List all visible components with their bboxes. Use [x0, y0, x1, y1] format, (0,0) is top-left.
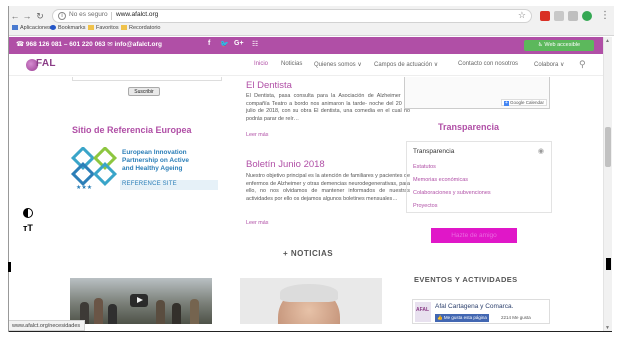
facebook-icon[interactable]: f [208, 40, 210, 47]
post-title-boletin[interactable]: Boletín Junio 2018 [246, 159, 325, 170]
star-icon [50, 25, 56, 30]
nav-noticias[interactable]: Noticias [281, 61, 302, 67]
eip-subtitle: REFERENCE SITE [122, 181, 177, 187]
bookmarks-bar: Aplicaciones Bookmarks Favoritos Recorda… [8, 25, 614, 35]
video-thumbnail[interactable] [70, 278, 212, 324]
link-estatutos[interactable]: Estatutos [413, 164, 436, 170]
play-icon[interactable] [130, 294, 148, 307]
nav-campos-actuacion[interactable]: Campos de actuación ∨ [374, 61, 438, 68]
bookmark-bookmarks[interactable]: Bookmarks [50, 25, 86, 31]
reference-site-title: Sitio de Referencia Europea [72, 125, 192, 135]
reload-icon[interactable]: ↻ [35, 11, 45, 21]
link-status-bar: www.afalct.org/necesidades [8, 320, 86, 331]
nav-colabora[interactable]: Colabora ∨ [534, 61, 564, 68]
afal-fb-avatar: AFAL [415, 302, 431, 322]
post-excerpt-boletin: Nuestro objetivo principal es la atenció… [246, 173, 410, 202]
post-read-more-dentista[interactable]: Leer más [246, 132, 268, 138]
web-accessible-button[interactable]: ♿ Web accesible [524, 40, 594, 51]
frame-marker-left [8, 262, 11, 272]
video-person [190, 299, 199, 324]
extension-grey2-icon[interactable] [568, 11, 578, 21]
transparency-title: Transparencia [438, 122, 500, 132]
newsletter-box [72, 77, 222, 81]
address-row: ← → ↻ i No es seguro www.afalct.org ☆ ⋮ [8, 8, 614, 24]
portrait-hair [280, 284, 338, 302]
extension-green-icon[interactable] [582, 11, 592, 21]
post-read-more-boletin[interactable]: Leer más [246, 220, 268, 226]
google-calendar-embed[interactable]: + Google Calendar [404, 77, 550, 109]
back-icon[interactable]: ← [10, 11, 20, 21]
frame-marker-right [606, 258, 611, 270]
address-url[interactable]: www.afalct.org [116, 11, 158, 18]
nav-contacto[interactable]: Contacto con nosotros [458, 61, 518, 67]
facebook-page-name[interactable]: Afal Cartagena y Comarca. [435, 303, 513, 310]
contact-info[interactable]: ☎ 968 126 081 – 601 220 063 ✉ info@afalc… [16, 40, 162, 48]
video-person [172, 303, 181, 324]
eip-reference-site-logo[interactable]: ★★★ European Innovation Partnership on A… [70, 145, 220, 191]
eye-icon[interactable]: ◉ [538, 147, 544, 155]
facebook-like-button[interactable]: 👍 Me gusta esta página [435, 314, 489, 322]
eip-title: European Innovation Partnership on Activ… [122, 149, 189, 172]
search-icon[interactable]: ⚲ [579, 59, 586, 70]
folder-icon [121, 25, 127, 30]
transparency-menu: Transparencia ◉ Estatutos Memorias econó… [406, 141, 552, 213]
post-title-dentista[interactable]: El Dentista [246, 80, 292, 91]
extension-grey-icon[interactable] [554, 11, 564, 21]
scroll-up-icon[interactable]: ▲ [605, 38, 610, 44]
forward-icon[interactable]: → [22, 11, 32, 21]
extension-red-icon[interactable] [540, 11, 550, 21]
rss-icon[interactable]: ☷ [252, 40, 258, 48]
page-content: Suscribir Sitio de Referencia Europea ★★… [8, 77, 603, 324]
video-person [156, 300, 165, 324]
frame-left-line [8, 6, 9, 332]
text-size-icon[interactable]: тT [23, 223, 33, 233]
google-plus-icon[interactable]: G+ [234, 40, 244, 47]
contrast-toggle-icon[interactable] [23, 208, 33, 218]
apps-grid-icon [12, 25, 18, 30]
page-scrollbar[interactable]: ▲ ▼ [603, 37, 612, 332]
link-proyectos[interactable]: Proyectos [413, 203, 437, 209]
link-colaboraciones[interactable]: Colaboraciones y subvenciones [413, 190, 491, 196]
transparency-menu-heading[interactable]: Transparencia [413, 148, 454, 155]
video-person [108, 304, 117, 324]
video-person [94, 298, 103, 324]
afal-logo[interactable]: FAL [26, 58, 66, 72]
browser-chrome: ← → ↻ i No es seguro www.afalct.org ☆ ⋮ … [8, 6, 614, 36]
more-news-heading[interactable]: + NOTICIAS [283, 249, 333, 258]
address-bar[interactable]: i No es seguro www.afalct.org ☆ [52, 9, 532, 23]
bookmark-favoritos[interactable]: Favoritos [88, 25, 119, 31]
plus-icon: + [503, 100, 509, 106]
eip-emblem-icon: ★★★ [70, 145, 118, 191]
facebook-page-widget[interactable]: AFAL Afal Cartagena y Comarca. 👍 Me gust… [412, 299, 550, 324]
bookmark-recordatorio[interactable]: Recordatorio [121, 25, 161, 31]
nav-quienes-somos[interactable]: Quienes somos ∨ [314, 61, 362, 68]
twitter-icon[interactable]: 🐦 [220, 40, 229, 48]
svg-text:★★★: ★★★ [76, 184, 92, 191]
post-excerpt-dentista: El Dentista, pasa consulta para la Asoci… [246, 93, 410, 122]
menu-kebab-icon[interactable]: ⋮ [600, 11, 610, 21]
scroll-thumb[interactable] [605, 127, 611, 167]
folder-icon [88, 25, 94, 30]
site-navigation: FAL Inicio Noticias Quienes somos ∨ Camp… [8, 55, 603, 76]
news-photo[interactable] [240, 278, 382, 324]
subscribe-button[interactable]: Suscribir [128, 87, 160, 96]
facebook-like-count: 2214 Me gusta [501, 315, 531, 320]
info-icon[interactable]: i [58, 12, 66, 20]
security-label: No es seguro [69, 11, 108, 18]
google-calendar-badge[interactable]: + Google Calendar [500, 99, 547, 106]
events-heading: EVENTOS Y ACTIVIDADES [414, 275, 518, 284]
bookmark-star-icon[interactable]: ☆ [518, 10, 526, 21]
address-separator [111, 12, 112, 20]
accessibility-icon: ♿ [537, 42, 543, 48]
link-memorias-economicas[interactable]: Memorias económicas [413, 177, 468, 183]
thumbs-up-icon: 👍 [437, 315, 443, 320]
frame-bottom-line [8, 331, 612, 332]
nav-inicio[interactable]: Inicio [254, 61, 268, 67]
site-top-bar: ☎ 968 126 081 – 601 220 063 ✉ info@afalc… [8, 37, 603, 54]
bookmark-apps[interactable]: Aplicaciones [12, 25, 51, 31]
hazte-amigo-button[interactable]: Hazte de amigo [431, 228, 517, 243]
